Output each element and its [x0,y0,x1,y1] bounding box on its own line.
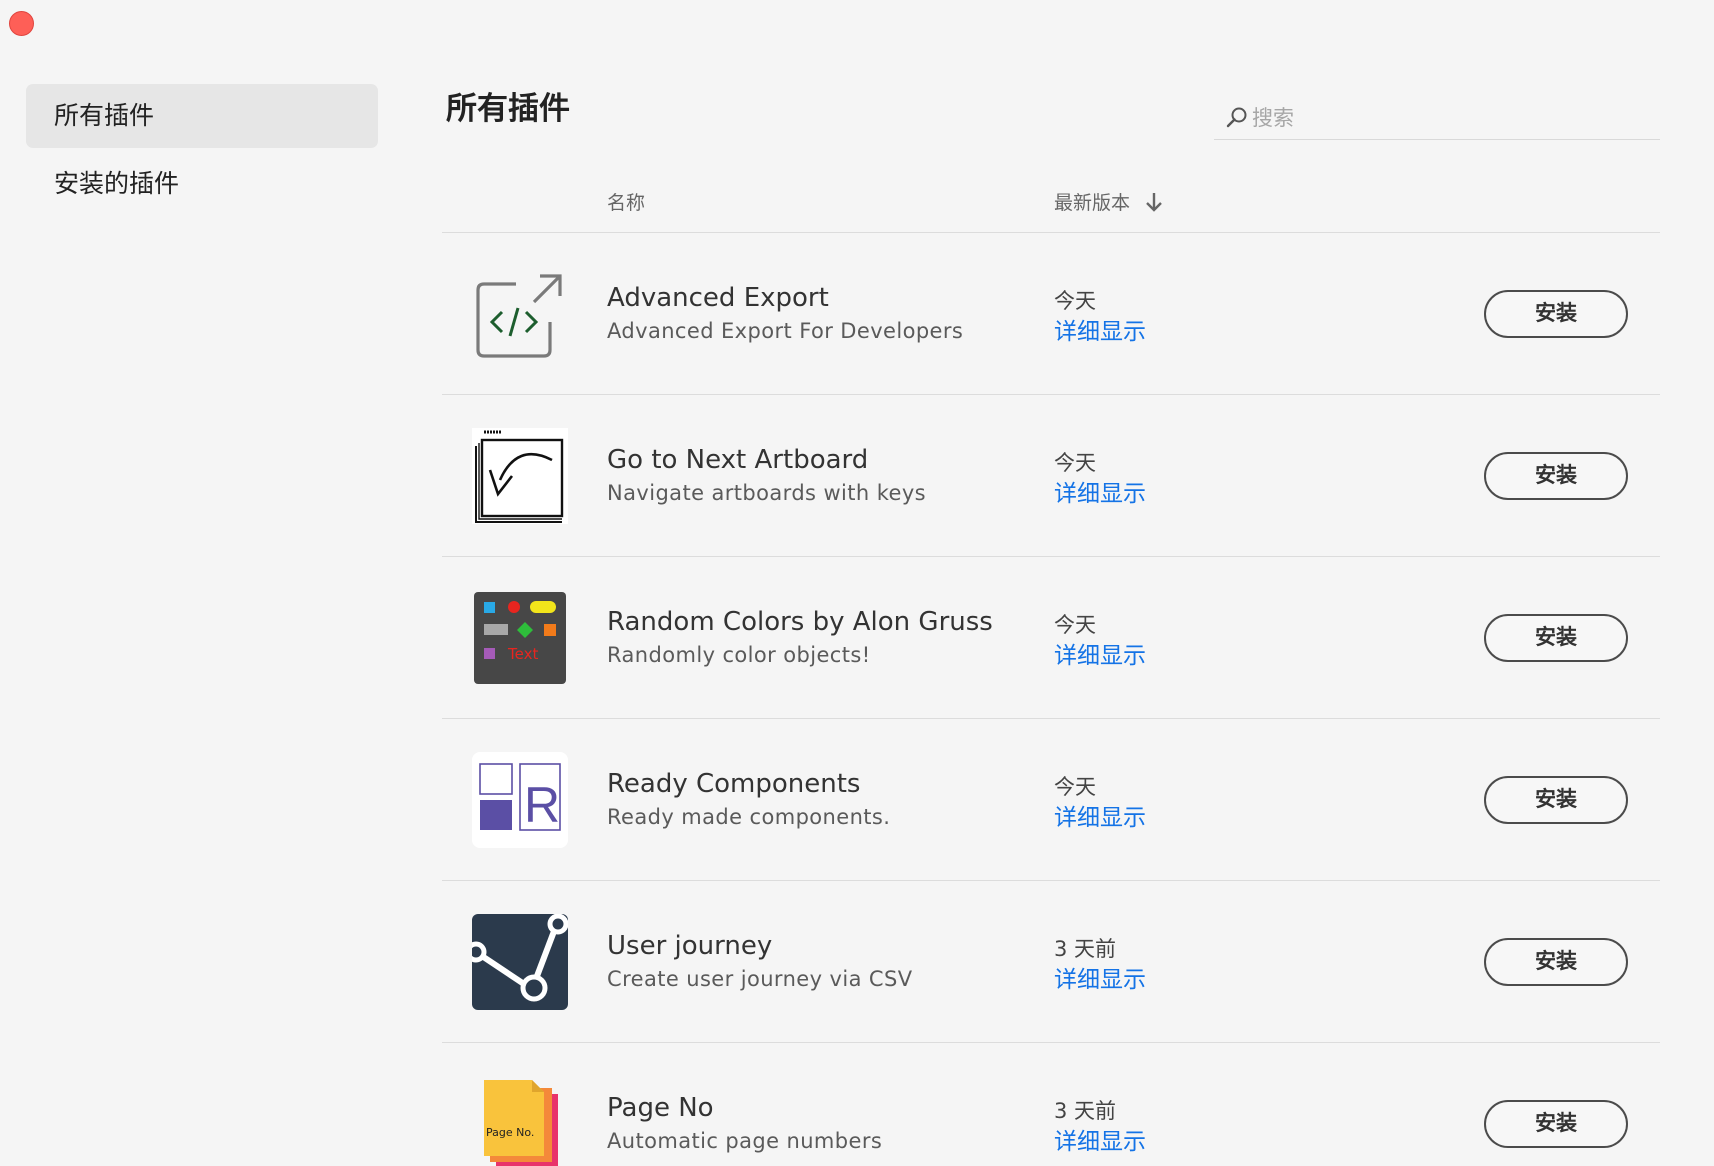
plugin-row: Text Random Colors by Alon Gruss Randoml… [442,557,1660,719]
svg-text:Page No.: Page No. [486,1126,534,1139]
column-header-version-label: 最新版本 [1054,192,1131,214]
plugin-row: User journey Create user journey via CSV… [442,881,1660,1043]
plugin-name: Advanced Export [607,283,829,313]
plugin-description: Advanced Export For Developers [607,319,964,343]
svg-text:Text: Text [507,645,538,663]
sidebar-item-installed-plugins[interactable]: 安装的插件 [26,152,378,216]
details-link[interactable]: 详细显示 [1054,636,1146,670]
details-link[interactable]: 详细显示 [1054,474,1146,508]
page-no-icon: Page No. [472,1076,568,1166]
install-button[interactable]: 安装 [1484,776,1628,824]
search-icon [1226,107,1247,127]
plugin-list: Advanced Export Advanced Export For Deve… [442,233,1660,1166]
ready-components-icon: R [472,752,568,848]
plugin-description: Create user journey via CSV [607,967,913,991]
plugin-name: Random Colors by Alon Gruss [607,607,993,637]
plugin-name: Page No [607,1093,714,1123]
plugin-name: User journey [607,931,773,961]
install-button[interactable]: 安装 [1484,1100,1628,1148]
details-link[interactable]: 详细显示 [1054,960,1146,994]
details-link[interactable]: 详细显示 [1054,798,1146,832]
plugin-row: R Ready Components Ready made components… [442,719,1660,881]
plugin-row: Go to Next Artboard Navigate artboards w… [442,395,1660,557]
details-link[interactable]: 详细显示 [1054,1122,1146,1156]
plugin-name: Go to Next Artboard [607,445,869,475]
sidebar: 所有插件 安装的插件 [26,84,378,220]
details-link[interactable]: 详细显示 [1054,312,1146,346]
search-input[interactable] [1252,105,1632,130]
export-code-icon [472,266,568,362]
plugin-date: 3 天前 [1054,1099,1117,1123]
plugin-description: Automatic page numbers [607,1129,883,1153]
plugin-date: 今天 [1054,613,1096,637]
arrow-down-icon[interactable] [1144,190,1164,214]
plugin-description: Randomly color objects! [607,643,871,667]
plugin-name: Ready Components [607,769,861,799]
sidebar-item-all-plugins[interactable]: 所有插件 [26,84,378,148]
plugin-description: Navigate artboards with keys [607,481,926,505]
svg-text:R: R [524,777,560,833]
plugin-date: 今天 [1054,451,1096,475]
artboard-arrow-icon [472,428,568,524]
page-title: 所有插件 [446,91,570,127]
search-box [1214,96,1660,140]
close-window-button[interactable] [9,11,34,36]
random-colors-icon: Text [472,590,568,686]
column-header-name[interactable]: 名称 [607,188,645,215]
install-button[interactable]: 安装 [1484,938,1628,986]
column-header-version[interactable]: 最新版本 [1054,188,1164,215]
plugin-date: 3 天前 [1054,937,1117,961]
install-button[interactable]: 安装 [1484,290,1628,338]
main-panel: 所有插件 名称 最新版本 [442,0,1660,1166]
user-journey-icon [472,914,568,1010]
plugin-row: Page No. Page No Automatic page numbers … [442,1043,1660,1166]
plugin-row: Advanced Export Advanced Export For Deve… [442,233,1660,395]
plugin-description: Ready made components. [607,805,891,829]
plugin-manager-window: 所有插件 安装的插件 所有插件 名称 最新版本 [0,0,1714,1166]
install-button[interactable]: 安装 [1484,614,1628,662]
plugin-date: 今天 [1054,775,1096,799]
install-button[interactable]: 安装 [1484,452,1628,500]
plugin-date: 今天 [1054,289,1096,313]
